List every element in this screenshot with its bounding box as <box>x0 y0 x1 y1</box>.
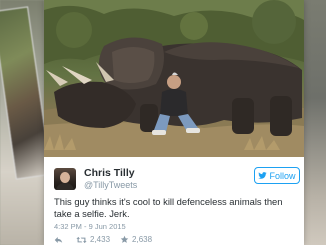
tweet-text: This guy thinks it's cool to kill defenc… <box>54 196 283 219</box>
retweet-icon <box>76 236 87 243</box>
star-icon <box>120 235 129 243</box>
tweet-card: Chris Tilly @TillyTweets Follow This guy… <box>44 0 304 245</box>
author-avatar[interactable] <box>54 168 76 190</box>
dinosaur-photo-illustration <box>44 0 304 157</box>
tweet-photo[interactable] <box>44 0 304 157</box>
retweet-count: 2,433 <box>90 235 111 244</box>
follow-button-label: Follow <box>269 170 296 181</box>
tweet-timestamp[interactable]: 4:32 PM - 9 Jun 2015 <box>54 222 126 231</box>
tweet-actions: 2,433 2,638 <box>54 234 162 245</box>
reply-icon <box>54 236 63 243</box>
reply-button[interactable] <box>54 236 66 244</box>
author-name[interactable]: Chris Tilly <box>84 167 135 179</box>
follow-button[interactable]: Follow <box>254 167 300 184</box>
author-handle[interactable]: @TillyTweets <box>84 180 137 190</box>
like-button[interactable]: 2,638 <box>120 235 152 244</box>
blurred-left-photo <box>0 0 52 245</box>
avatar-shoulders <box>56 183 74 190</box>
avatar-face <box>60 172 70 183</box>
twitter-bird-icon <box>258 172 268 179</box>
like-count: 2,638 <box>132 235 153 244</box>
retweet-button[interactable]: 2,433 <box>76 235 110 244</box>
